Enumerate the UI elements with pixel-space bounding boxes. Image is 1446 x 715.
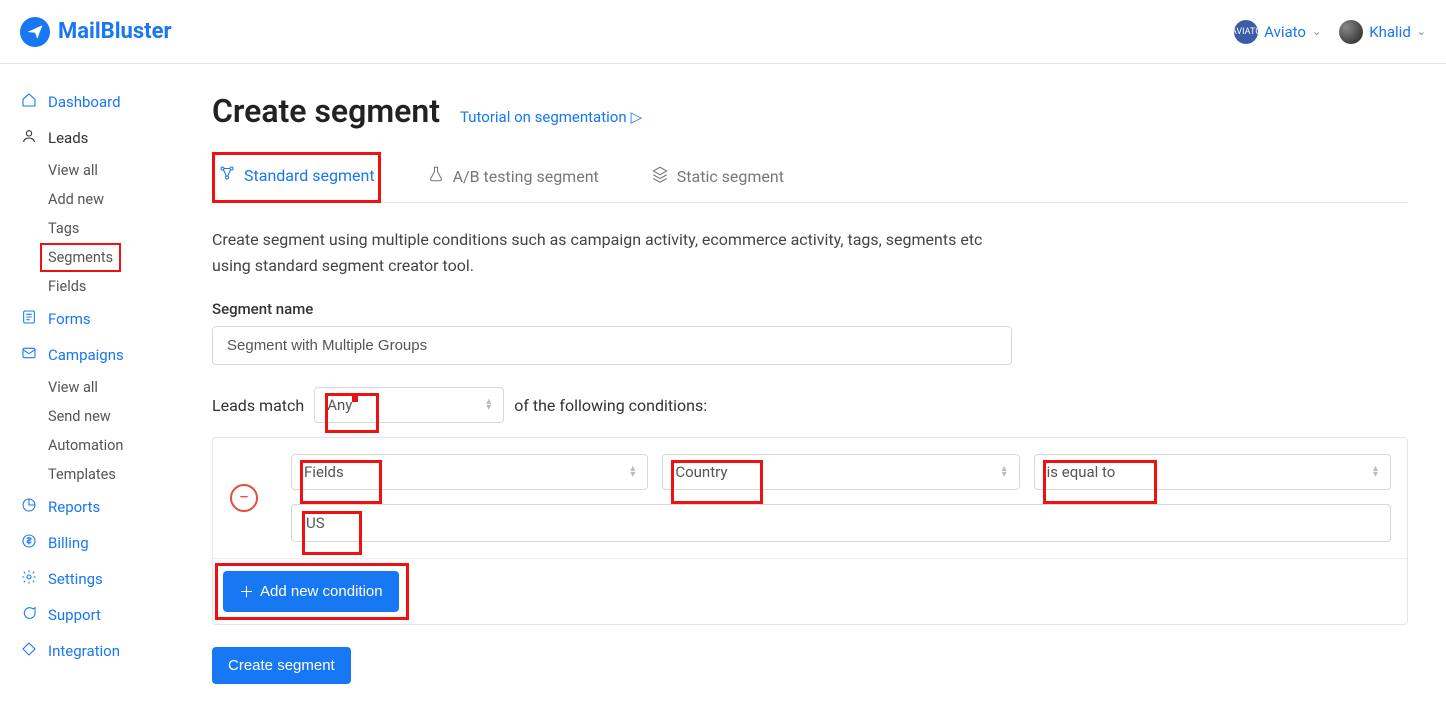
remove-condition-button[interactable]: − xyxy=(230,484,258,512)
sidebar-sub-view-all-camp[interactable]: View all xyxy=(48,373,190,402)
create-segment-button[interactable]: Create segment xyxy=(212,647,351,684)
minus-icon: − xyxy=(239,489,249,507)
sidebar-sub-automation[interactable]: Automation xyxy=(48,431,190,460)
app-header: MailBluster AVIATO Aviato ⌄ Khalid ⌄ xyxy=(0,0,1446,64)
tab-label: Standard segment xyxy=(244,166,375,185)
sidebar-item-billing[interactable]: Billing xyxy=(20,525,190,561)
sidebar-label: Settings xyxy=(48,570,103,588)
tutorial-link[interactable]: Tutorial on segmentation ▷ xyxy=(460,108,642,126)
select-caret-icon: ▴▾ xyxy=(630,466,635,478)
add-condition-row: ＋ Add new condition xyxy=(213,559,1407,624)
value-text: US xyxy=(306,514,325,532)
network-icon xyxy=(218,164,236,186)
segment-description: Create segment using multiple conditions… xyxy=(212,227,1012,278)
sidebar: Dashboard Leads View all Add new Tags Se… xyxy=(0,64,190,712)
chat-icon xyxy=(20,605,38,625)
org-badge: AVIATO xyxy=(1234,20,1258,44)
home-icon xyxy=(20,92,38,112)
sidebar-label: Integration xyxy=(48,642,120,660)
sidebar-sub-add-new[interactable]: Add new xyxy=(48,185,190,214)
tab-standard-segment[interactable]: Standard segment xyxy=(212,152,381,203)
avatar xyxy=(1339,20,1363,44)
condition-value-input[interactable]: US xyxy=(291,504,1391,542)
sidebar-item-reports[interactable]: Reports xyxy=(20,489,190,525)
mail-icon xyxy=(20,345,38,365)
chevron-down-icon: ⌄ xyxy=(1417,25,1426,38)
sidebar-item-leads[interactable]: Leads xyxy=(20,120,190,156)
chart-icon xyxy=(20,497,38,517)
tab-label: Static segment xyxy=(677,167,784,186)
add-condition-button[interactable]: ＋ Add new condition xyxy=(223,571,399,612)
sidebar-item-forms[interactable]: Forms xyxy=(20,301,190,337)
layers-icon xyxy=(651,165,669,187)
add-condition-label: Add new condition xyxy=(260,583,383,600)
sidebar-item-settings[interactable]: Settings xyxy=(20,561,190,597)
brand-name: MailBluster xyxy=(58,19,172,44)
sidebar-sub-send-new[interactable]: Send new xyxy=(48,402,190,431)
play-icon: ▷ xyxy=(631,108,643,126)
header-right: AVIATO Aviato ⌄ Khalid ⌄ xyxy=(1234,20,1426,44)
condition-field-type-select[interactable]: Fields ▴▾ xyxy=(291,454,648,490)
user-menu[interactable]: Khalid ⌄ xyxy=(1339,20,1426,44)
org-name: Aviato xyxy=(1264,23,1306,41)
match-suffix: of the following conditions: xyxy=(514,396,707,415)
create-label: Create segment xyxy=(228,657,335,674)
match-prefix: Leads match xyxy=(212,396,304,415)
main-content: Create segment Tutorial on segmentation … xyxy=(190,64,1430,712)
sidebar-label: Campaigns xyxy=(48,346,124,364)
select-value: Country xyxy=(675,463,727,481)
select-value: Fields xyxy=(304,463,344,481)
condition-field-name-select[interactable]: Country ▴▾ xyxy=(662,454,1019,490)
match-value: Any xyxy=(327,396,352,414)
page-title: Create segment xyxy=(212,92,440,130)
sidebar-label: Forms xyxy=(48,310,91,328)
paper-plane-icon xyxy=(20,17,50,47)
conditions-area: − Fields ▴▾ Country ▴▾ is equal to ▴▾ xyxy=(212,437,1408,625)
condition-row: − Fields ▴▾ Country ▴▾ is equal to ▴▾ xyxy=(213,438,1407,559)
segment-name-input[interactable] xyxy=(212,326,1012,365)
form-icon xyxy=(20,309,38,329)
campaigns-submenu: View all Send new Automation Templates xyxy=(20,373,190,489)
sidebar-label: Support xyxy=(48,606,101,624)
tab-label: A/B testing segment xyxy=(453,167,599,186)
sidebar-label: Leads xyxy=(48,129,88,147)
chevron-down-icon: ⌄ xyxy=(1312,25,1321,38)
diamond-icon xyxy=(20,641,38,661)
sidebar-item-dashboard[interactable]: Dashboard xyxy=(20,84,190,120)
segment-type-tabs: Standard segment A/B testing segment Sta… xyxy=(212,152,1408,203)
select-caret-icon: ▴▾ xyxy=(1373,466,1378,478)
select-caret-icon: ▴▾ xyxy=(486,399,491,411)
sidebar-sub-fields[interactable]: Fields xyxy=(48,272,190,301)
flask-icon xyxy=(427,165,445,187)
logo[interactable]: MailBluster xyxy=(20,17,172,47)
select-value: is equal to xyxy=(1047,463,1116,481)
tab-ab-segment[interactable]: A/B testing segment xyxy=(421,152,605,202)
leads-match-select[interactable]: Any ▴▾ xyxy=(314,387,504,423)
leads-match-row: Leads match Any ▴▾ of the following cond… xyxy=(212,387,1408,423)
user-name: Khalid xyxy=(1369,23,1411,41)
condition-operator-select[interactable]: is equal to ▴▾ xyxy=(1034,454,1391,490)
sidebar-sub-view-all[interactable]: View all xyxy=(48,156,190,185)
sidebar-item-integration[interactable]: Integration xyxy=(20,633,190,669)
org-switcher[interactable]: AVIATO Aviato ⌄ xyxy=(1234,20,1321,44)
sidebar-item-campaigns[interactable]: Campaigns xyxy=(20,337,190,373)
leads-submenu: View all Add new Tags Segments Fields xyxy=(20,156,190,301)
dollar-icon xyxy=(20,533,38,553)
sidebar-sub-segments[interactable]: Segments xyxy=(40,243,121,272)
sidebar-item-support[interactable]: Support xyxy=(20,597,190,633)
tab-static-segment[interactable]: Static segment xyxy=(645,152,790,202)
gear-icon xyxy=(20,569,38,589)
user-icon xyxy=(20,128,38,148)
sidebar-label: Billing xyxy=(48,534,89,552)
plus-icon: ＋ xyxy=(239,581,254,602)
sidebar-sub-templates[interactable]: Templates xyxy=(48,460,190,489)
sidebar-label: Reports xyxy=(48,498,100,516)
select-caret-icon: ▴▾ xyxy=(1002,466,1007,478)
sidebar-sub-tags[interactable]: Tags xyxy=(48,214,190,243)
tutorial-label: Tutorial on segmentation xyxy=(460,108,627,126)
sidebar-label: Dashboard xyxy=(48,93,121,111)
segment-name-label: Segment name xyxy=(212,300,1408,318)
